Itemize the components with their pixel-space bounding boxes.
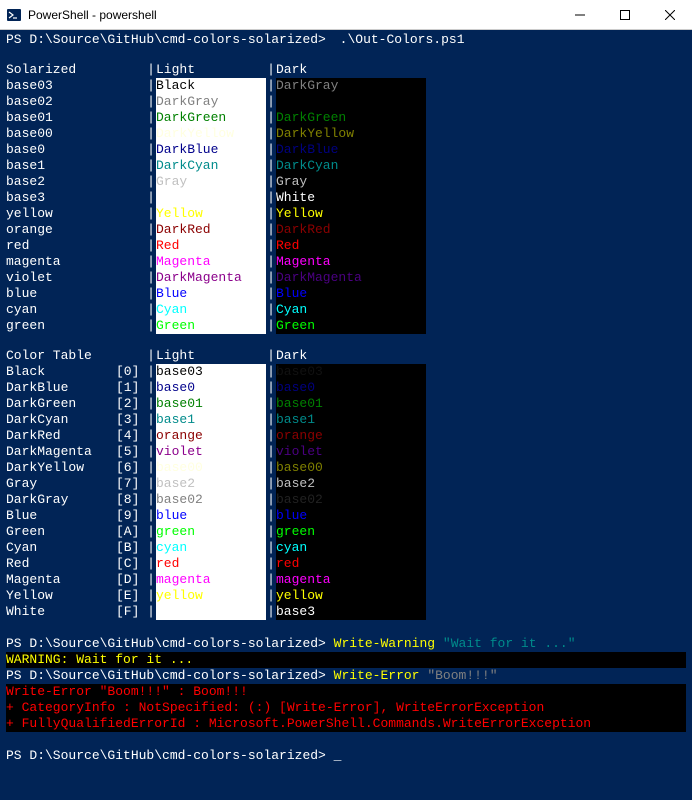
colortable-row: DarkYellow [6]|base00 |base00 [6, 460, 686, 476]
colortable-row: Yellow [E]|yellow |yellow [6, 588, 686, 604]
maximize-button[interactable] [602, 0, 647, 30]
colortable-row: Blue [9]|blue |blue [6, 508, 686, 524]
warning-argument: "Wait for it ..." [443, 636, 576, 651]
minimize-button[interactable] [557, 0, 602, 30]
solarized-row: violet |DarkMagenta |DarkMagenta [6, 270, 686, 286]
solarized-header: Solarized |Light |Dark [6, 62, 686, 78]
prompt-path: PS D:\Source\GitHub\cmd-colors-solarized… [6, 32, 326, 47]
solarized-row: base02 |DarkGray |Black [6, 94, 686, 110]
titlebar-left: PowerShell - powershell [0, 7, 157, 23]
solarized-row: green |Green |Green [6, 318, 686, 334]
colortable-row: DarkMagenta [5]|violet |violet [6, 444, 686, 460]
write-error-cmdlet: Write-Error [334, 668, 420, 683]
colortable-row: Black [0]|base03 |base03 [6, 364, 686, 380]
solarized-row: base0 |DarkBlue |DarkBlue [6, 142, 686, 158]
solarized-row: blue |Blue |Blue [6, 286, 686, 302]
colortable-header: Color Table |Light |Dark [6, 348, 686, 364]
colortable-row: White [F]|base3 |base3 [6, 604, 686, 620]
prompt-line-1: PS D:\Source\GitHub\cmd-colors-solarized… [6, 32, 686, 48]
close-button[interactable] [647, 0, 692, 30]
colortable-row: DarkBlue [1]|base0 |base0 [6, 380, 686, 396]
colortable-row: DarkGray [8]|base02 |base02 [6, 492, 686, 508]
solarized-row: base01 |DarkGreen |DarkGreen [6, 110, 686, 126]
solarized-row: yellow |Yellow |Yellow [6, 206, 686, 222]
colortable-row: Gray [7]|base2 |base2 [6, 476, 686, 492]
prompt-line-4: PS D:\Source\GitHub\cmd-colors-solarized… [6, 748, 686, 764]
write-warning-cmdlet: Write-Warning [334, 636, 435, 651]
solarized-row: base1 |DarkCyan |DarkCyan [6, 158, 686, 174]
prompt-line-3: PS D:\Source\GitHub\cmd-colors-solarized… [6, 668, 686, 684]
warning-output: WARNING: Wait for it ... [6, 652, 686, 668]
solarized-row: red |Red |Red [6, 238, 686, 254]
colortable-row: DarkGreen [2]|base01 |base01 [6, 396, 686, 412]
minimize-icon [575, 10, 585, 20]
error-output-line1: Write-Error "Boom!!!" : Boom!!! [6, 684, 686, 700]
solarized-row: base00 |DarkYellow |DarkYellow [6, 126, 686, 142]
solarized-row: magenta |Magenta |Magenta [6, 254, 686, 270]
console-area[interactable]: PS D:\Source\GitHub\cmd-colors-solarized… [0, 30, 692, 800]
close-icon [665, 10, 675, 20]
colortable-row: DarkRed [4]|orange |orange [6, 428, 686, 444]
titlebar: PowerShell - powershell [0, 0, 692, 30]
colortable-row: Green [A]|green |green [6, 524, 686, 540]
error-argument: "Boom!!!" [427, 668, 497, 683]
colortable-row: Magenta [D]|magenta |magenta [6, 572, 686, 588]
solarized-row: base3 |White |White [6, 190, 686, 206]
error-output-line3: + FullyQualifiedErrorId : Microsoft.Powe… [6, 716, 686, 732]
solarized-row: cyan |Cyan |Cyan [6, 302, 686, 318]
prompt-line-2: PS D:\Source\GitHub\cmd-colors-solarized… [6, 636, 686, 652]
window-controls [557, 0, 692, 30]
powershell-icon [6, 7, 22, 23]
maximize-icon [620, 10, 630, 20]
error-output-line2: + CategoryInfo : NotSpecified: (:) [Writ… [6, 700, 686, 716]
solarized-table: Solarized |Light |Darkbase03 |Black |Dar… [6, 62, 686, 334]
solarized-row: base03 |Black |DarkGray [6, 78, 686, 94]
prompt-command: .\Out-Colors.ps1 [334, 32, 465, 47]
solarized-row: orange |DarkRed |DarkRed [6, 222, 686, 238]
solarized-row: base2 |Gray |Gray [6, 174, 686, 190]
window-title: PowerShell - powershell [28, 8, 157, 22]
colortable-row: DarkCyan [3]|base1 |base1 [6, 412, 686, 428]
colortable-row: Cyan [B]|cyan |cyan [6, 540, 686, 556]
colortable-row: Red [C]|red |red [6, 556, 686, 572]
color-table: Color Table |Light |DarkBlack [0]|base03… [6, 348, 686, 620]
